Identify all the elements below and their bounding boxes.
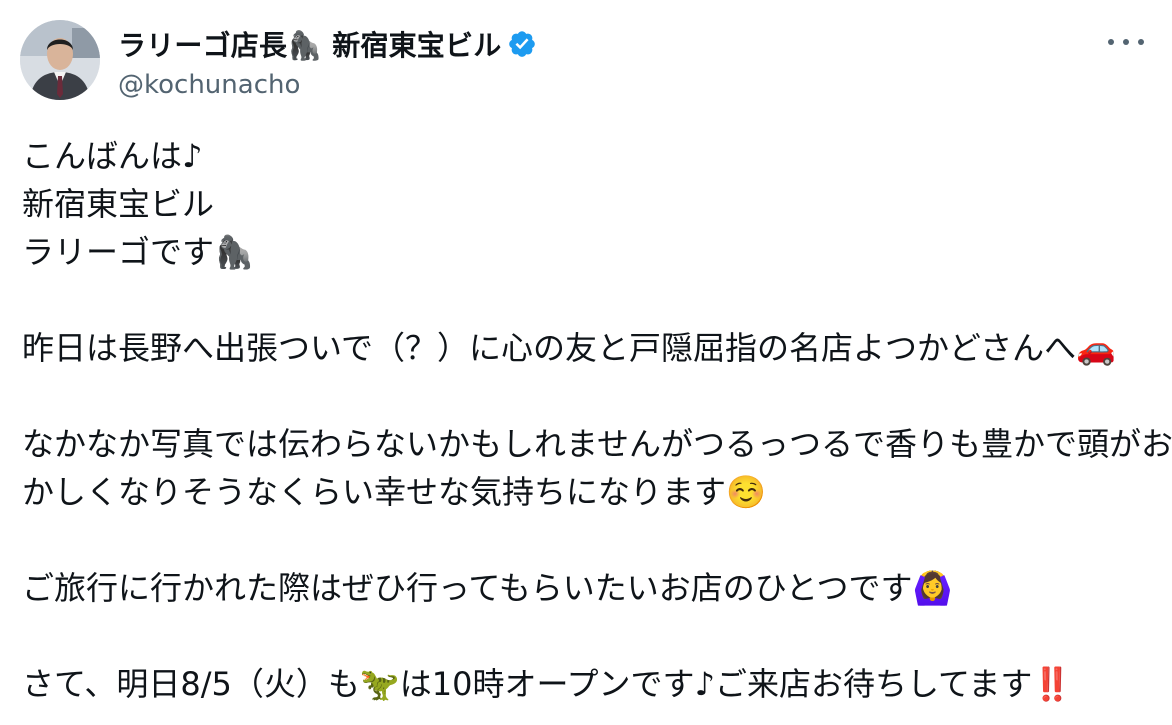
author-handle[interactable]: @kochunacho: [118, 70, 537, 100]
tweet-line: なかなか写真では伝わらないかもしれませんがつるっつるで香りも豊かで頭がお: [22, 425, 1172, 463]
display-name[interactable]: ラリーゴ店長🦍 新宿東宝ビル: [118, 24, 501, 64]
tweet-line: かしくなりそうなくらい幸せな気持ちになります☺️: [22, 473, 766, 511]
tweet-line: 昨日は長野へ出張ついで（？）に心の友と戸隠屈指の名店よつかどさんへ🚗: [22, 329, 1116, 367]
more-horizontal-icon[interactable]: [1108, 30, 1144, 54]
tweet-header: ラリーゴ店長🦍 新宿東宝ビル @kochunacho: [20, 20, 1152, 104]
tweet-line: さて、明日8/5（火）も🦖は10時オープンです♪ご来店お待ちしてます‼️: [22, 665, 1073, 703]
tweet-card: ラリーゴ店長🦍 新宿東宝ビル @kochunacho こんばんは♪ 新宿東宝ビル…: [0, 0, 1172, 725]
author-names: ラリーゴ店長🦍 新宿東宝ビル @kochunacho: [118, 24, 537, 100]
tweet-line: 新宿東宝ビル: [22, 185, 215, 223]
display-name-row: ラリーゴ店長🦍 新宿東宝ビル: [118, 24, 537, 64]
tweet-text: こんばんは♪ 新宿東宝ビル ラリーゴです🦍 昨日は長野へ出張ついで（？）に心の友…: [22, 132, 1172, 708]
avatar[interactable]: [20, 20, 100, 100]
tweet-line: ご旅行に行かれた際はぜひ行ってもらいたいお店のひとつです🙆‍♀️: [22, 569, 953, 607]
verified-badge-icon: [507, 29, 537, 59]
tweet-line: ラリーゴです🦍: [22, 233, 254, 271]
tweet-line: こんばんは♪: [22, 137, 203, 175]
